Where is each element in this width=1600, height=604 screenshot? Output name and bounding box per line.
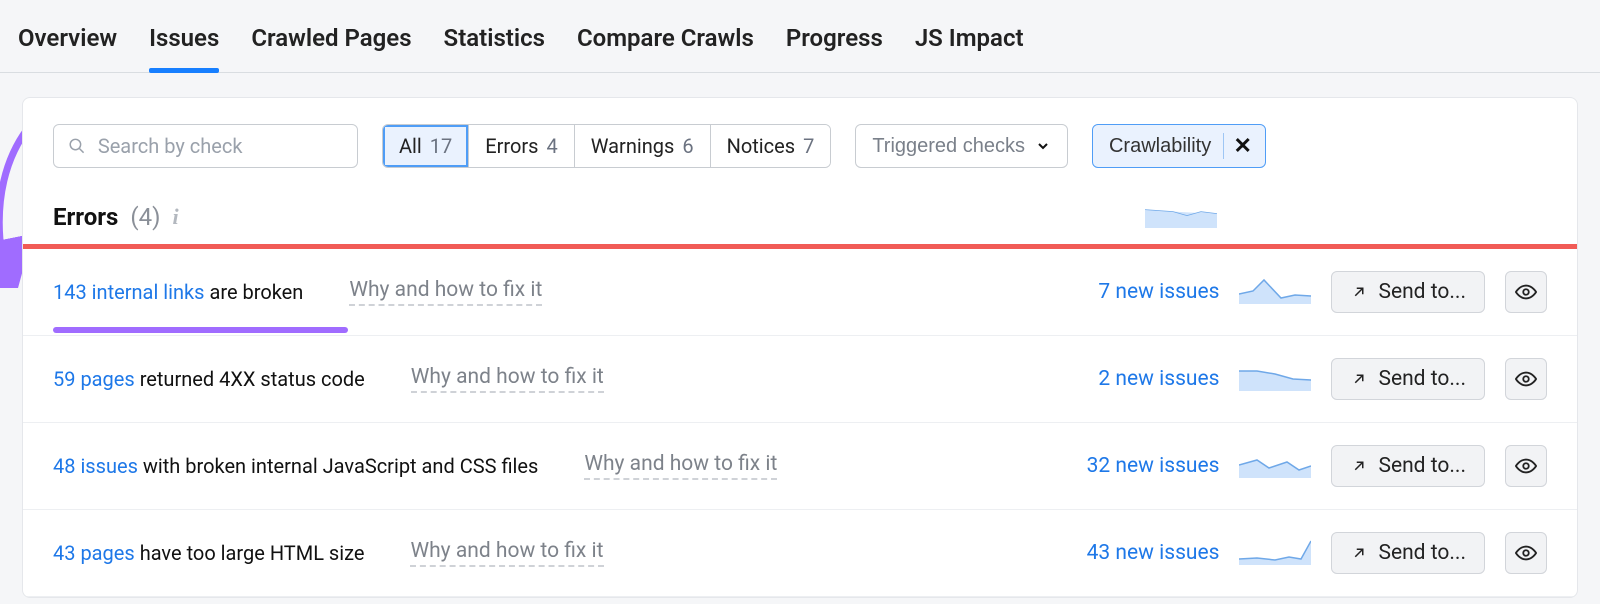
send-to-button[interactable]: Send to... xyxy=(1331,445,1485,487)
preview-button[interactable] xyxy=(1505,445,1547,487)
issue-rest: returned 4XX status code xyxy=(140,367,365,391)
send-to-label: Send to... xyxy=(1378,367,1466,391)
filter-tag-label: Crawlability xyxy=(1109,135,1211,158)
preview-button[interactable] xyxy=(1505,271,1547,313)
issue-link[interactable]: 48 issues xyxy=(53,454,138,478)
close-icon[interactable]: ✕ xyxy=(1223,133,1249,159)
filter-count: 6 xyxy=(682,134,693,158)
issue-row: 143 internal links are broken Why and ho… xyxy=(23,249,1577,336)
tab-js-impact[interactable]: JS Impact xyxy=(915,24,1024,60)
severity-filter: All 17 Errors 4 Warnings 6 Notices 7 xyxy=(382,124,831,168)
filter-count: 4 xyxy=(547,134,558,158)
filter-count: 17 xyxy=(430,134,452,158)
send-to-label: Send to... xyxy=(1378,280,1466,304)
why-how-fix-link[interactable]: Why and how to fix it xyxy=(410,539,603,567)
send-to-button[interactable]: Send to... xyxy=(1331,358,1485,400)
share-arrow-icon xyxy=(1350,283,1368,301)
triggered-checks-dropdown[interactable]: Triggered checks xyxy=(855,124,1068,168)
filter-label: Errors xyxy=(485,134,538,158)
new-issues-link[interactable]: 2 new issues xyxy=(1098,367,1219,391)
issue-text: 48 issues with broken internal JavaScrip… xyxy=(53,454,538,478)
tab-issues[interactable]: Issues xyxy=(149,24,219,60)
eye-icon xyxy=(1515,455,1537,477)
issue-rest: have too large HTML size xyxy=(140,541,365,565)
issues-toolbar: All 17 Errors 4 Warnings 6 Notices 7 Tri… xyxy=(23,98,1577,188)
section-sparkline xyxy=(1145,200,1217,234)
filter-notices[interactable]: Notices 7 xyxy=(711,125,831,167)
search-input[interactable] xyxy=(98,134,343,158)
issue-row: 43 pages have too large HTML size Why an… xyxy=(23,510,1577,597)
issue-text: 43 pages have too large HTML size xyxy=(53,541,364,565)
share-arrow-icon xyxy=(1350,370,1368,388)
preview-button[interactable] xyxy=(1505,532,1547,574)
preview-button[interactable] xyxy=(1505,358,1547,400)
filter-tag-crawlability[interactable]: Crawlability ✕ xyxy=(1092,124,1266,168)
new-issues-link[interactable]: 43 new issues xyxy=(1087,541,1220,565)
tab-statistics[interactable]: Statistics xyxy=(444,24,545,60)
why-how-fix-link[interactable]: Why and how to fix it xyxy=(349,278,542,306)
tab-crawled-pages[interactable]: Crawled Pages xyxy=(251,24,411,60)
triggered-checks-label: Triggered checks xyxy=(872,135,1025,158)
filter-label: All xyxy=(399,134,422,158)
issue-link[interactable]: 43 pages xyxy=(53,541,135,565)
eye-icon xyxy=(1515,542,1537,564)
issue-sparkline xyxy=(1239,450,1311,483)
section-count: (4) xyxy=(130,203,160,231)
tab-progress[interactable]: Progress xyxy=(786,24,883,60)
issue-link[interactable]: 143 internal links xyxy=(53,280,205,304)
send-to-label: Send to... xyxy=(1378,454,1466,478)
eye-icon xyxy=(1515,281,1537,303)
issue-rest: are broken xyxy=(209,280,303,304)
share-arrow-icon xyxy=(1350,457,1368,475)
share-arrow-icon xyxy=(1350,544,1368,562)
issues-card: All 17 Errors 4 Warnings 6 Notices 7 Tri… xyxy=(22,97,1578,598)
filter-label: Warnings xyxy=(591,134,675,158)
search-input-wrap[interactable] xyxy=(53,124,358,168)
new-issues-link[interactable]: 32 new issues xyxy=(1087,454,1220,478)
info-icon[interactable]: i xyxy=(172,204,178,230)
filter-warnings[interactable]: Warnings 6 xyxy=(575,125,711,167)
tab-overview[interactable]: Overview xyxy=(18,24,117,60)
send-to-button[interactable]: Send to... xyxy=(1331,271,1485,313)
filter-count: 7 xyxy=(803,134,814,158)
issue-row: 48 issues with broken internal JavaScrip… xyxy=(23,423,1577,510)
why-how-fix-link[interactable]: Why and how to fix it xyxy=(411,365,604,393)
top-tabs: Overview Issues Crawled Pages Statistics… xyxy=(0,0,1600,73)
section-title: Errors xyxy=(53,203,118,231)
filter-all[interactable]: All 17 xyxy=(383,125,469,167)
chevron-down-icon xyxy=(1035,138,1051,154)
search-icon xyxy=(68,136,86,156)
filter-errors[interactable]: Errors 4 xyxy=(469,125,574,167)
send-to-label: Send to... xyxy=(1378,541,1466,565)
issue-link[interactable]: 59 pages xyxy=(53,367,135,391)
issue-text: 59 pages returned 4XX status code xyxy=(53,367,365,391)
issue-sparkline xyxy=(1239,537,1311,570)
send-to-button[interactable]: Send to... xyxy=(1331,532,1485,574)
issue-text: 143 internal links are broken xyxy=(53,280,303,304)
eye-icon xyxy=(1515,368,1537,390)
tab-compare-crawls[interactable]: Compare Crawls xyxy=(577,24,754,60)
issue-sparkline xyxy=(1239,276,1311,309)
issue-rest: with broken internal JavaScript and CSS … xyxy=(143,454,538,478)
filter-label: Notices xyxy=(727,134,795,158)
errors-section-header: Errors (4) i xyxy=(23,188,1577,244)
issue-row: 59 pages returned 4XX status code Why an… xyxy=(23,336,1577,423)
new-issues-link[interactable]: 7 new issues xyxy=(1098,280,1219,304)
issue-sparkline xyxy=(1239,363,1311,396)
why-how-fix-link[interactable]: Why and how to fix it xyxy=(584,452,777,480)
